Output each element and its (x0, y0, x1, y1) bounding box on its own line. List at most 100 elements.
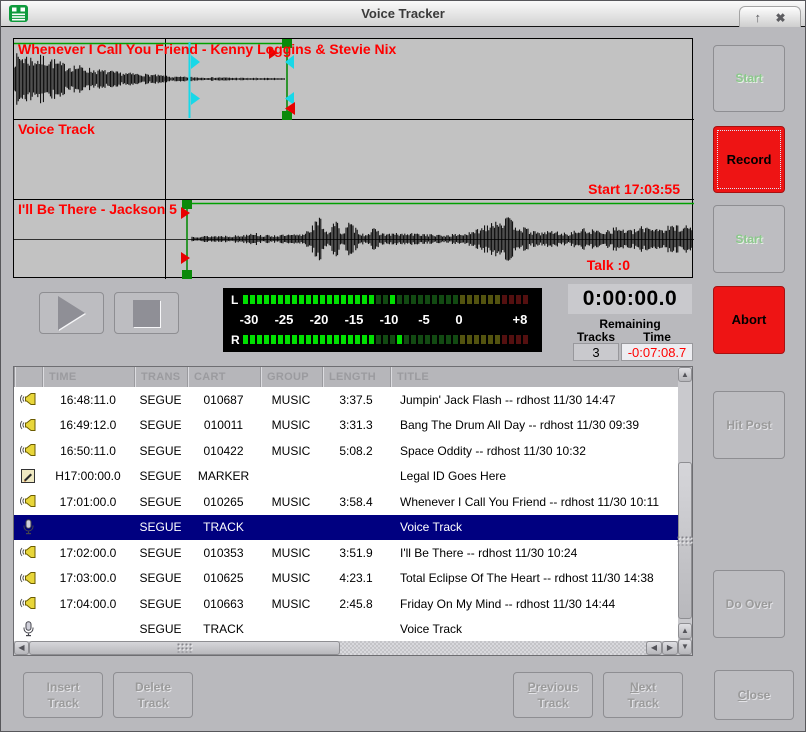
meter-segment (348, 295, 353, 304)
voice-tracker-window: Voice Tracker Whenever I Call You Friend… (0, 0, 806, 732)
meter-segment (271, 335, 276, 344)
meter-segment (257, 335, 262, 344)
start-track3-button[interactable]: Start (713, 205, 785, 273)
cell-title: Space Oddity -- rdhost 11/30 10:32 (390, 444, 678, 458)
log-header-length[interactable]: LENGTH (322, 367, 390, 387)
log-row[interactable]: 16:49:12.0SEGUE010011MUSIC3:31.3Bang The… (14, 413, 678, 439)
shade-window-icon[interactable] (754, 11, 761, 24)
meter-segment (467, 335, 472, 344)
meter-segment (257, 295, 262, 304)
log-row[interactable]: 17:04:00.0SEGUE010663MUSIC2:45.8Friday O… (14, 591, 678, 617)
meter-segment (376, 335, 381, 344)
play-button[interactable] (39, 292, 104, 334)
track1-label: Whenever I Call You Friend - Kenny Loggi… (18, 41, 396, 57)
stop-button[interactable] (114, 292, 179, 334)
horizontal-scroll-thumb[interactable] (29, 641, 340, 655)
cell-title: Legal ID Goes Here (390, 469, 678, 483)
cell-length: 4:23.1 (322, 571, 390, 585)
track2-start-time: Start 17:03:55 (588, 181, 680, 197)
insert-track-button[interactable]: InsertTrack (23, 672, 103, 718)
waveform-panel[interactable]: Whenever I Call You Friend - Kenny Loggi… (13, 38, 693, 278)
track3-talk-time: Talk :0 (587, 257, 630, 273)
delete-track-button[interactable]: DeleteTrack (113, 672, 193, 718)
meter-segment (446, 335, 451, 344)
scroll-left-icon[interactable] (14, 641, 29, 655)
speaker-icon (14, 491, 42, 512)
thumb-grip (678, 536, 693, 545)
meter-segs-R (243, 335, 530, 344)
meter-segment (306, 295, 311, 304)
vertical-scroll-thumb[interactable] (678, 462, 692, 619)
log-row[interactable]: H17:00:00.0SEGUEMARKERLegal ID Goes Here (14, 464, 678, 490)
log-header-cart[interactable]: CART (187, 367, 260, 387)
meter-segment (243, 295, 248, 304)
log-row[interactable]: SEGUETRACKVoice Track (14, 617, 678, 643)
meter-segment (285, 335, 290, 344)
log-row[interactable]: 16:50:11.0SEGUE010422MUSIC5:08.2Space Od… (14, 438, 678, 464)
close-window-icon[interactable] (775, 11, 785, 24)
scroll-up-icon[interactable] (678, 367, 692, 382)
cell-time: 17:03:00.0 (42, 571, 134, 585)
log-row[interactable]: 17:02:00.0SEGUE010353MUSIC3:51.9I'll Be … (14, 540, 678, 566)
meter-segment (516, 295, 521, 304)
log-header-icon[interactable] (14, 367, 42, 387)
meter-segment (278, 335, 283, 344)
next-track-button[interactable]: NextTrack (603, 672, 683, 718)
meter-scale-label: -30 (240, 312, 259, 327)
scroll-up-icon[interactable] (678, 623, 692, 639)
meter-segment (432, 335, 437, 344)
cell-cart: 010265 (187, 495, 260, 509)
log-header-title[interactable]: TITLE (390, 367, 678, 387)
log-row[interactable]: 17:03:00.0SEGUE010625MUSIC4:23.1Total Ec… (14, 566, 678, 592)
previous-track-button[interactable]: PreviousTrack (513, 672, 593, 718)
meter-scale-label: +8 (512, 312, 527, 327)
meter-segment (369, 335, 374, 344)
vertical-scrollbar[interactable] (678, 367, 692, 655)
scroll-right-icon[interactable] (662, 641, 678, 655)
cell-title: I'll Be There -- rdhost 11/30 10:24 (390, 546, 678, 560)
meter-segment (502, 295, 507, 304)
log-row[interactable]: 16:48:11.0SEGUE010687MUSIC3:37.5Jumpin' … (14, 387, 678, 413)
horizontal-scrollbar[interactable] (14, 641, 678, 655)
scroll-down-icon[interactable] (678, 639, 692, 655)
log-header-group[interactable]: GROUP (260, 367, 322, 387)
cell-trans: SEGUE (134, 571, 187, 585)
meter-scale-label: -5 (418, 312, 430, 327)
meter-segment (481, 335, 486, 344)
abort-button[interactable]: Abort (713, 286, 785, 354)
log-header-trans[interactable]: TRANS (134, 367, 187, 387)
log-header-time[interactable]: TIME (42, 367, 134, 387)
cell-cart: MARKER (187, 469, 260, 483)
meter-segment (446, 295, 451, 304)
stop-icon (133, 300, 160, 327)
cell-trans: SEGUE (134, 520, 187, 534)
cell-trans: SEGUE (134, 546, 187, 560)
meter-segment (495, 335, 500, 344)
cell-time: 16:50:11.0 (42, 444, 134, 458)
log-row[interactable]: SEGUETRACKVoice Track (14, 515, 678, 541)
log-row[interactable]: 17:01:00.0SEGUE010265MUSIC3:58.4Whenever… (14, 489, 678, 515)
record-button[interactable]: Record (713, 126, 785, 193)
do-over-button[interactable]: Do Over (713, 570, 785, 638)
close-button[interactable]: Close (714, 670, 794, 720)
cell-length: 3:31.3 (322, 418, 390, 432)
window-controls (739, 6, 801, 27)
title-bar[interactable]: Voice Tracker (1, 1, 805, 27)
scroll-left-icon[interactable] (646, 641, 662, 655)
meter-segment (481, 295, 486, 304)
speaker-icon (14, 542, 42, 563)
meter-scale: -30-25-20-15-10-50+8 (243, 312, 535, 328)
cell-title: Total Eclipse Of The Heart -- rdhost 11/… (390, 571, 678, 585)
meter-segment (341, 295, 346, 304)
meter-segment (334, 295, 339, 304)
cell-trans: SEGUE (134, 393, 187, 407)
cell-length: 3:58.4 (322, 495, 390, 509)
cell-group: MUSIC (260, 571, 322, 585)
remaining-tracks-value: 3 (573, 343, 619, 361)
meter-segment (390, 295, 395, 304)
cell-group: MUSIC (260, 444, 322, 458)
hit-post-button[interactable]: Hit Post (713, 391, 785, 459)
meter-segment (313, 335, 318, 344)
horizontal-scroll-track[interactable] (340, 641, 646, 655)
start-track1-button[interactable]: Start (713, 45, 785, 112)
